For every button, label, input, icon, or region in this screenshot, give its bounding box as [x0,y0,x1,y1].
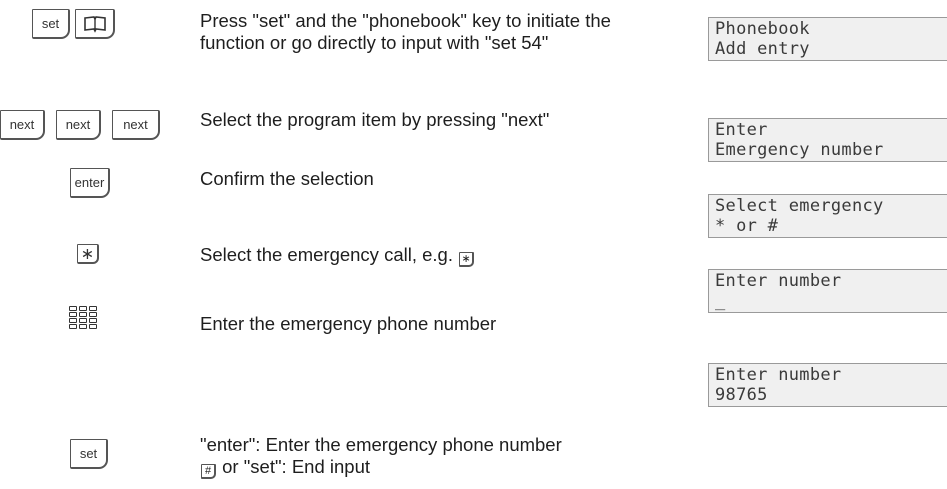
display-step-3: Select emergency * or # [708,194,947,238]
next-key-3[interactable]: next [112,110,160,140]
display-line-1: Enter [715,120,768,140]
asterisk-key[interactable]: ∗ [77,244,99,264]
enter-key-label: enter [74,175,105,190]
display-step-4: Enter number _ [708,269,947,313]
step-2-description: Select the program item by pressing "nex… [200,109,550,130]
display-line-1: Enter number [715,365,842,385]
display-line-2: 98765 [715,385,768,405]
display-line-2: Emergency number [715,140,884,160]
next-key-2[interactable]: next [56,110,101,140]
next-key-label: next [123,117,148,132]
display-line-2: Add entry [715,39,810,59]
display-line-2: * or # [715,216,779,236]
step-1-description: Press "set" and the "phonebook" key to i… [200,10,611,53]
step-4-description-text: Select the emergency call, e.g. [200,244,453,265]
next-key-1[interactable]: next [0,110,45,140]
set-key-label: set [41,16,60,31]
asterisk-icon: ∗ [459,252,475,267]
phonebook-icon [83,15,106,33]
phonebook-key[interactable] [75,9,115,39]
display-step-2: Enter Emergency number [708,118,947,162]
display-line-1: Phonebook [715,19,810,39]
asterisk-icon: ∗ [80,245,95,263]
set-key-label: set [79,446,98,461]
hash-icon: # [201,464,216,479]
step-6-description-line1: "enter": Enter the emergency phone numbe… [200,434,562,455]
step-4-description: Select the emergency call, e.g. ∗ [200,244,680,267]
step-6-description-line2: or "set": End input [222,456,370,477]
display-line-2: _ [715,291,726,311]
set-key[interactable]: set [70,439,108,469]
step-6-description: "enter": Enter the emergency phone numbe… [200,434,680,479]
step-3-description: Confirm the selection [200,168,374,189]
display-line-1: Select emergency [715,196,884,216]
display-step-5: Enter number 98765 [708,363,947,407]
display-line-1: Enter number [715,271,842,291]
display-step-1: Phonebook Add entry [708,17,947,61]
next-key-label: next [65,117,91,132]
set-key[interactable]: set [32,9,70,39]
next-key-label: next [9,117,35,132]
step-5-description: Enter the emergency phone number [200,313,497,334]
enter-key[interactable]: enter [70,168,110,198]
keypad-icon[interactable] [69,306,99,336]
